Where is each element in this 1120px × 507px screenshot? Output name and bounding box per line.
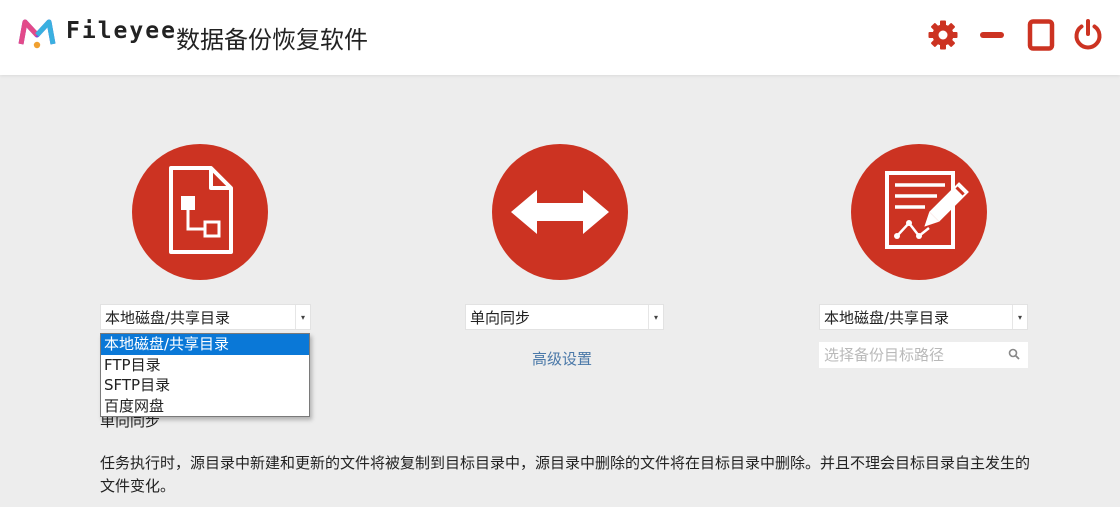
chevron-down-icon: ▾	[1012, 305, 1027, 329]
file-flowchart-icon	[169, 166, 233, 254]
sync-mode-button[interactable]	[492, 144, 628, 280]
edit-document-icon	[885, 171, 969, 249]
source-type-dropdown[interactable]: 本地磁盘/共享目录 FTP目录 SFTP目录 百度网盘	[100, 333, 310, 417]
search-icon[interactable]	[1008, 348, 1020, 360]
app-title: 数据备份恢复软件	[176, 26, 368, 54]
power-icon[interactable]	[1071, 18, 1105, 52]
source-type-value: 本地磁盘/共享目录	[105, 309, 231, 327]
chevron-down-icon: ▾	[295, 305, 310, 329]
chevron-down-icon: ▾	[648, 305, 663, 329]
double-arrow-icon	[511, 190, 609, 234]
source-button[interactable]	[132, 144, 268, 280]
maximize-icon[interactable]	[1024, 18, 1058, 52]
source-type-select[interactable]: 本地磁盘/共享目录 ▾	[100, 304, 311, 330]
dropdown-option-local[interactable]: 本地磁盘/共享目录	[101, 334, 309, 355]
title-bar: Fileyee 数据备份恢复软件	[0, 0, 1120, 75]
sync-mode-select[interactable]: 单向同步 ▾	[465, 304, 664, 330]
brand-name: Fileyee	[66, 18, 177, 44]
target-path-input[interactable]	[819, 342, 1028, 368]
sync-mode-value: 单向同步	[470, 309, 531, 327]
minimize-icon[interactable]	[975, 18, 1009, 52]
dropdown-option-sftp[interactable]: SFTP目录	[101, 375, 309, 396]
dropdown-option-baidu[interactable]: 百度网盘	[101, 396, 309, 417]
mode-description: 任务执行时，源目录中新建和更新的文件将被复制到目标目录中，源目录中删除的文件将在…	[100, 454, 1031, 495]
dropdown-option-ftp[interactable]: FTP目录	[101, 355, 309, 376]
target-type-value: 本地磁盘/共享目录	[824, 309, 950, 327]
settings-gear-icon[interactable]	[926, 18, 960, 52]
advanced-settings-link[interactable]: 高级设置	[532, 348, 592, 369]
fileyee-logo	[18, 19, 56, 49]
target-button[interactable]	[851, 144, 987, 280]
target-type-select[interactable]: 本地磁盘/共享目录 ▾	[819, 304, 1028, 330]
